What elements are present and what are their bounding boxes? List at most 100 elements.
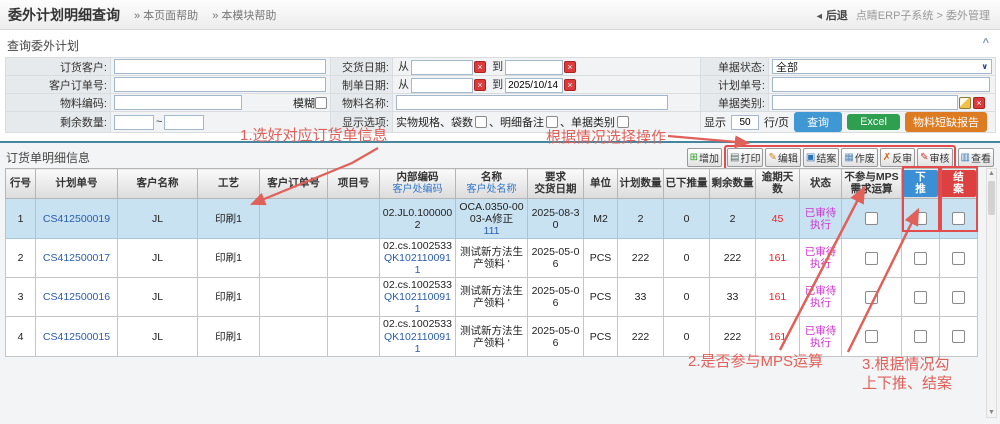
clear-date-icon[interactable] [564,61,576,73]
remain-qty-max-input[interactable] [164,115,204,130]
cell-name: 测试新方法生产领料 ' [456,239,528,278]
col-customer: 客户名称 [118,169,198,199]
cell-unit: PCS [584,317,618,356]
code-sub-link[interactable]: QK1021100911 [382,252,453,276]
remain-qty-label: 剩余数量: [6,112,111,133]
query-panel: 查询委外计划 ^ 订货客户: 交货日期: 从 到 单据状态: 全部 客户订单号:… [5,35,995,133]
order-customer-input[interactable] [114,59,326,74]
delivery-date-to-input[interactable] [505,60,563,75]
push-header-button[interactable]: 下推 [903,170,938,197]
unapprove-button[interactable]: 反审 [880,148,915,167]
clear-date-icon[interactable] [474,61,486,73]
col-overdue: 逾期天数 [756,169,800,199]
detail-note-checkbox[interactable] [546,116,558,128]
mps-checkbox[interactable] [865,212,878,225]
table-row[interactable]: 1 CS412500019 JL 印刷1 02.JL0.1000002 OCA.… [6,199,978,239]
push-checkbox[interactable] [914,212,927,225]
fuzzy-checkbox[interactable] [315,97,327,109]
plan-no-input[interactable] [772,77,990,92]
cell-pushed-qty: 0 [664,278,710,317]
vertical-scrollbar[interactable]: ▲ ▼ [986,168,997,418]
scroll-up-icon[interactable]: ▲ [987,170,996,177]
to-label: 到 [492,79,503,91]
doc-category-checkbox[interactable] [617,116,629,128]
print-button[interactable]: 打印 [727,148,763,167]
material-name-input[interactable] [396,95,668,110]
table-row[interactable]: 4 CS412500015 JL 印刷1 02.cs.1002533QK1021… [6,317,978,356]
cell-cust-order [260,278,328,317]
cell-cust-order [260,317,328,356]
per-page-label: 行/页 [764,114,789,130]
edit-button[interactable]: 编辑 [765,148,800,167]
close-checkbox[interactable] [952,252,965,265]
approve-button[interactable]: 审核 [917,148,952,167]
customer-order-no-input[interactable] [114,77,326,92]
browse-icon[interactable] [959,97,971,109]
doc-status-select[interactable]: 全部 [772,59,992,74]
void-button[interactable]: 作废 [841,148,877,167]
material-code-label: 物料编码: [6,94,111,112]
page-help-link[interactable]: » 本页面帮助 [134,7,198,23]
rows-per-page-input[interactable] [731,115,759,130]
close-checkbox[interactable] [952,291,965,304]
make-date-from-input[interactable] [411,78,473,93]
view-button[interactable]: 查看 [958,148,994,167]
push-checkbox[interactable] [914,291,927,304]
clear-category-icon[interactable] [973,97,985,109]
plan-no-link[interactable]: CS412500016 [36,278,118,317]
plan-no-link[interactable]: CS412500015 [36,317,118,356]
paging-cell: 显示 行/页 查询 Excel 物料短缺报告 [701,112,996,133]
plan-no-link[interactable]: CS412500019 [36,199,118,239]
mps-checkbox[interactable] [865,291,878,304]
close-checkbox[interactable] [952,330,965,343]
push-checkbox[interactable] [914,252,927,265]
module-help-link[interactable]: » 本模块帮助 [212,7,276,23]
mps-checkbox[interactable] [865,330,878,343]
table-row[interactable]: 2 CS412500017 JL 印刷1 02.cs.1002533QK1021… [6,239,978,278]
fuzzy-label: 模糊 [293,95,315,111]
cell-push [902,278,940,317]
unapprove-icon [883,153,891,163]
close-case-button[interactable]: 结案 [803,148,839,167]
cell-code: 02.cs.1002533QK1021100911 [380,278,456,317]
clear-date-icon[interactable] [564,79,576,91]
back-button[interactable]: ◄后退 [815,7,848,23]
col-plan-no: 计划单号 [36,169,118,199]
close-case-icon [806,153,815,163]
excel-button[interactable]: Excel [847,114,900,130]
clear-date-icon[interactable] [474,79,486,91]
table-row[interactable]: 3 CS412500016 JL 印刷1 02.cs.1002533QK1021… [6,278,978,317]
code-sub-link[interactable]: QK1021100911 [382,331,453,355]
remain-qty-min-input[interactable] [114,115,154,130]
plan-no-link[interactable]: CS412500017 [36,239,118,278]
material-shortage-button[interactable]: 物料短缺报告 [905,112,987,132]
code-sub-link[interactable]: QK1021100911 [382,291,453,315]
collapse-icon[interactable]: ^ [983,37,989,49]
add-button[interactable]: 增加 [687,148,722,167]
doc-category-input[interactable] [772,95,958,110]
make-date-to-input[interactable] [505,78,563,93]
cell-customer: JL [118,317,198,356]
mps-checkbox[interactable] [865,252,878,265]
spec-bags-checkbox[interactable] [475,116,487,128]
push-checkbox[interactable] [914,330,927,343]
scroll-down-icon[interactable]: ▼ [987,409,996,416]
cell-line-no: 4 [6,317,36,356]
name-sub-link[interactable]: 111 [458,225,525,237]
scrollbar-thumb[interactable] [988,181,995,215]
page-header: 委外计划明细查询 » 本页面帮助 » 本模块帮助 ◄后退 点睛ERP子系统 > … [0,0,1000,30]
annotation-mps: 2.是否参与MPS运算 [688,352,823,371]
search-button[interactable]: 查询 [794,112,842,132]
cell-mps [842,278,902,317]
cell-remain-qty: 33 [710,278,756,317]
close-checkbox[interactable] [952,212,965,225]
cell-name: 测试新方法生产领料 ' [456,317,528,356]
orders-grid: 行号 计划单号 客户名称 工艺 客户订单号 项目号 内部编码客户处编码 名称客户… [5,168,978,357]
col-close: 结案 [940,169,978,199]
grid-header-row: 行号 计划单号 客户名称 工艺 客户订单号 项目号 内部编码客户处编码 名称客户… [6,169,978,199]
cell-mps [842,199,902,239]
material-code-input[interactable] [114,95,242,110]
close-header-button[interactable]: 结案 [941,170,976,197]
back-arrow-icon: ◄ [815,11,824,21]
delivery-date-from-input[interactable] [411,60,473,75]
